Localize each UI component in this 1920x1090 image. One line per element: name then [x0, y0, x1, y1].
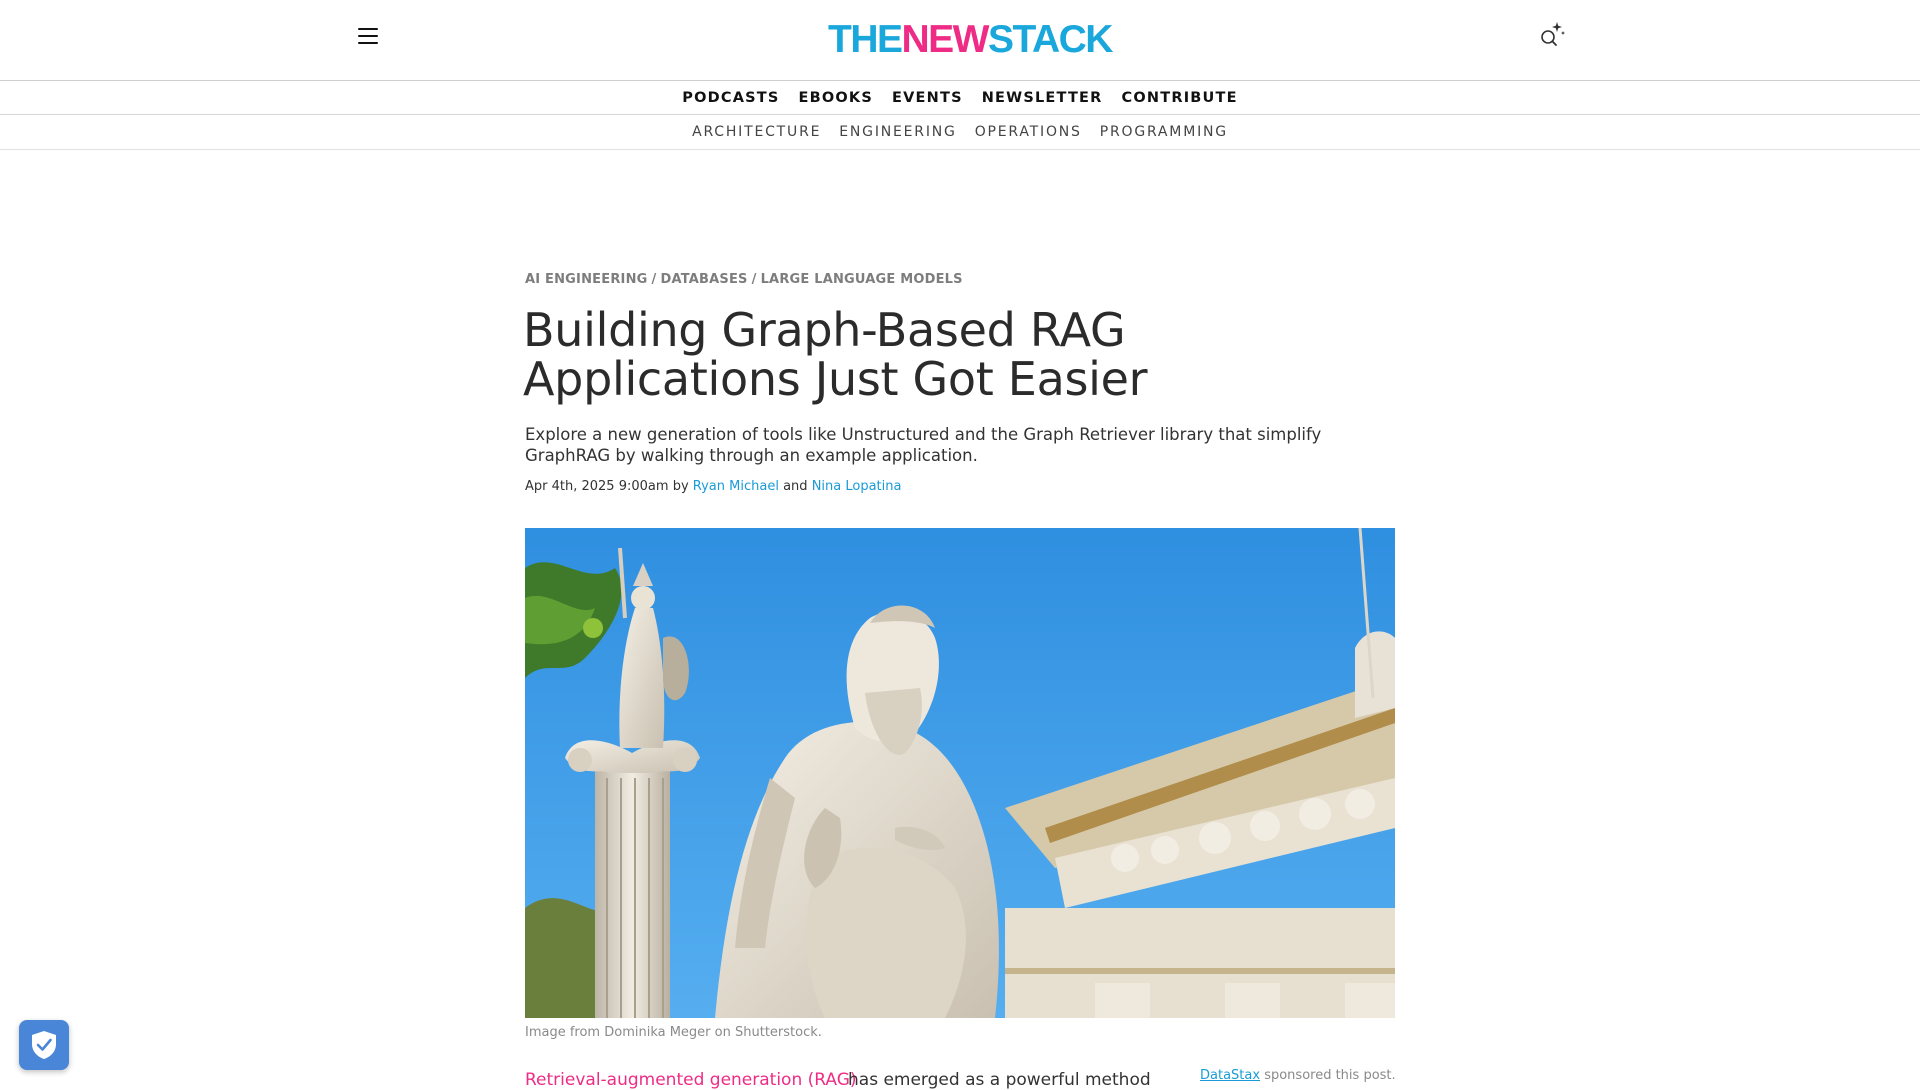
sponsor-text: sponsored this post.	[1264, 1068, 1396, 1083]
category-databases[interactable]: DATABASES	[660, 272, 747, 287]
shield-check-icon	[32, 1031, 56, 1059]
article-categories: AI ENGINEERING / DATABASES / LARGE LANGUAGE …	[525, 272, 963, 287]
author-link[interactable]: Ryan Michael	[693, 479, 779, 494]
privacy-settings-button[interactable]	[19, 1020, 69, 1070]
category-large-language-models[interactable]: LARGE LANGUAGE MODELS	[761, 272, 963, 287]
nav-operations[interactable]: OPERATIONS	[975, 124, 1082, 140]
site-logo[interactable]: THE NEW STACK	[828, 14, 1113, 66]
nav-contribute[interactable]: CONTRIBUTE	[1122, 90, 1238, 106]
publish-date: Apr 4th, 2025 9:00am	[525, 479, 669, 494]
site-header: THE NEW STACK	[0, 0, 1920, 81]
menu-button[interactable]	[358, 28, 378, 46]
nav-events[interactable]: EVENTS	[892, 90, 963, 106]
nav-engineering[interactable]: ENGINEERING	[839, 124, 956, 140]
nav-programming[interactable]: PROGRAMMING	[1100, 124, 1228, 140]
search-button[interactable]	[1536, 20, 1568, 52]
author-link[interactable]: Nina Lopatina	[812, 479, 902, 494]
article-byline: Apr 4th, 2025 9:00am by Ryan Michael and…	[525, 479, 901, 494]
article-title: Building Graph-Based RAG Applications Ju…	[523, 303, 1148, 406]
search-sparkle-icon	[1541, 22, 1565, 46]
secondary-nav: ARCHITECTURE ENGINEERING OPERATIONS PROG…	[0, 115, 1920, 150]
article-body-text: has emerged as a powerful method	[848, 1070, 1151, 1090]
byline-and: and	[783, 479, 808, 494]
hamburger-menu-icon	[358, 28, 378, 31]
hero-image	[525, 528, 1395, 1018]
category-ai-engineering[interactable]: AI ENGINEERING	[525, 272, 648, 287]
sponsor-link[interactable]: DataStax	[1200, 1068, 1260, 1083]
article-subtitle: Explore a new generation of tools like U…	[525, 425, 1322, 465]
byline-by: by	[672, 479, 689, 494]
sponsor-note: DataStax sponsored this post.	[1200, 1068, 1396, 1083]
logo-part-stack: STACK	[988, 18, 1113, 61]
nav-ebooks[interactable]: EBOOKS	[799, 90, 874, 106]
category-separator: /	[651, 272, 657, 287]
logo-part-the: THE	[828, 18, 903, 61]
primary-nav: PODCASTS EBOOKS EVENTS NEWSLETTER CONTRI…	[0, 81, 1920, 115]
nav-architecture[interactable]: ARCHITECTURE	[692, 124, 821, 140]
rag-link[interactable]: Retrieval-augmented generation (RAG)	[525, 1070, 857, 1090]
nav-newsletter[interactable]: NEWSLETTER	[982, 90, 1103, 106]
logo-part-new: NEW	[901, 18, 990, 61]
image-caption: Image from Dominika Meger on Shutterstoc…	[525, 1025, 822, 1040]
category-separator: /	[751, 272, 757, 287]
nav-podcasts[interactable]: PODCASTS	[682, 90, 779, 106]
